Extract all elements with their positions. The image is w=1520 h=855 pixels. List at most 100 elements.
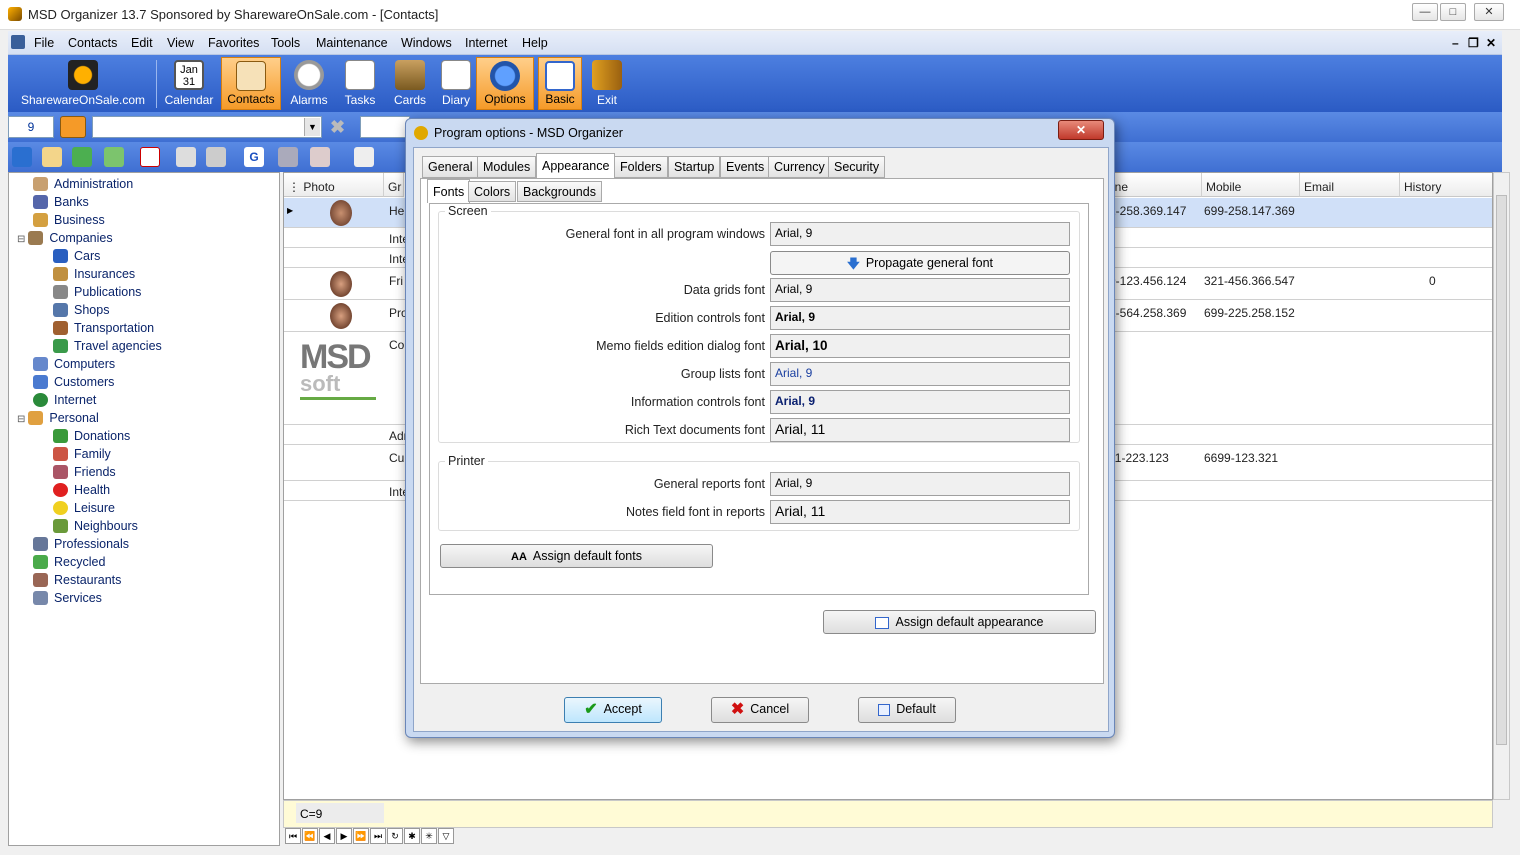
notes-font-field[interactable]: Arial, 11 (770, 500, 1070, 524)
info-font-field[interactable]: Arial, 9 (770, 390, 1070, 414)
tree-item-internet[interactable]: Internet (33, 393, 96, 411)
contacts-button[interactable]: Contacts (221, 57, 281, 110)
default-button[interactable]: Default (858, 697, 956, 723)
next-page-icon[interactable]: ⏩ (353, 828, 369, 844)
tree-item-restaurants[interactable]: Restaurants (33, 573, 121, 591)
tree-item-banks[interactable]: Banks (33, 195, 89, 213)
options-button[interactable]: Options (476, 57, 534, 110)
scroll-thumb[interactable] (1496, 195, 1507, 745)
tab-currency[interactable]: Currency (768, 156, 831, 178)
menu-maintenance[interactable]: Maintenance (316, 36, 388, 50)
menu-file[interactable]: File (34, 36, 54, 50)
add-icon[interactable] (72, 147, 92, 167)
menu-internet[interactable]: Internet (465, 36, 507, 50)
refresh-record-icon[interactable]: ↻ (387, 828, 403, 844)
accept-button[interactable]: ✔ Accept (564, 697, 662, 723)
next-record-icon[interactable]: ▶ (336, 828, 352, 844)
tree-item-companies[interactable]: ⊟ Companies (17, 231, 113, 249)
cancel-button[interactable]: ✖ Cancel (711, 697, 809, 723)
tree-item-transportation[interactable]: Transportation (53, 321, 154, 339)
tab-folders[interactable]: Folders (614, 156, 668, 178)
last-record-icon[interactable]: ⏭ (370, 828, 386, 844)
close-button[interactable]: ✕ (1474, 3, 1504, 21)
record-count-field[interactable]: 9 (8, 116, 54, 138)
subtab-backgrounds[interactable]: Backgrounds (517, 181, 602, 202)
reports-font-field[interactable]: Arial, 9 (770, 472, 1070, 496)
assign-default-fonts-button[interactable]: AA Assign default fonts (440, 544, 713, 568)
tree-item-leisure[interactable]: Leisure (53, 501, 115, 519)
group-font-field[interactable]: Arial, 9 (770, 362, 1070, 386)
prior-page-icon[interactable]: ⏪ (302, 828, 318, 844)
edit-note-icon[interactable] (42, 147, 62, 167)
chevron-down-icon[interactable]: ▼ (304, 118, 320, 136)
alarms-button[interactable]: Alarms (285, 57, 333, 110)
user-menu-icon[interactable] (310, 147, 330, 167)
add-folder-icon[interactable] (104, 147, 124, 167)
copy-menu-icon[interactable] (354, 147, 374, 167)
search-combo[interactable]: ▼ (92, 116, 322, 138)
print-icon[interactable] (176, 147, 196, 167)
column-header-email[interactable]: Email (1300, 173, 1400, 197)
column-header-history[interactable]: History (1400, 173, 1492, 197)
tree-item-professionals[interactable]: Professionals (33, 537, 129, 555)
tree-item-personal[interactable]: ⊟ Personal (17, 411, 99, 429)
delete-icon[interactable] (140, 147, 160, 167)
tree-item-insurances[interactable]: Insurances (53, 267, 135, 285)
menu-edit[interactable]: Edit (131, 36, 153, 50)
column-header-phone[interactable]: one (1104, 173, 1202, 197)
rich-font-field[interactable]: Arial, 11 (770, 418, 1070, 442)
subtab-fonts[interactable]: Fonts (427, 179, 471, 203)
menu-contacts[interactable]: Contacts (68, 36, 117, 50)
tree-item-administration[interactable]: Administration (33, 177, 133, 195)
sponsor-button[interactable]: SharewareOnSale.com (18, 57, 148, 110)
first-record-icon[interactable]: ⏮ (285, 828, 301, 844)
basic-button[interactable]: Basic (538, 57, 582, 110)
column-header-photo[interactable]: ⋮ Photo (284, 173, 384, 197)
tree-item-recycled[interactable]: Recycled (33, 555, 105, 573)
tree-item-publications[interactable]: Publications (53, 285, 141, 303)
tree-item-donations[interactable]: Donations (53, 429, 130, 447)
prior-record-icon[interactable]: ◀ (319, 828, 335, 844)
grid-vertical-scrollbar[interactable] (1493, 172, 1510, 800)
cancel-record-icon[interactable]: ✳ (421, 828, 437, 844)
tree-item-neighbours[interactable]: Neighbours (53, 519, 138, 537)
search-people-icon[interactable] (278, 147, 298, 167)
mdi-minimize-button[interactable]: – (1452, 36, 1459, 50)
tree-item-computers[interactable]: Computers (33, 357, 115, 375)
system-menu-icon[interactable] (11, 35, 25, 49)
tree-item-travel-agencies[interactable]: Travel agencies (53, 339, 162, 357)
calendar-button[interactable]: Jan 31 Calendar (160, 57, 218, 110)
tree-item-cars[interactable]: Cars (53, 249, 100, 267)
group-tree-icon[interactable] (60, 116, 86, 138)
exit-button[interactable]: Exit (586, 57, 628, 110)
column-header-mobile[interactable]: Mobile (1202, 173, 1300, 197)
tree-item-services[interactable]: Services (33, 591, 102, 609)
diary-button[interactable]: Diary (432, 57, 480, 110)
cards-button[interactable]: Cards (386, 57, 434, 110)
menu-help[interactable]: Help (522, 36, 548, 50)
assign-default-appearance-button[interactable]: Assign default appearance (823, 610, 1096, 634)
tree-item-business[interactable]: Business (33, 213, 105, 231)
edition-font-field[interactable]: Arial, 9 (770, 306, 1070, 330)
filter-icon[interactable]: ▽ (438, 828, 454, 844)
propagate-font-button[interactable]: 🡇 Propagate general font (770, 251, 1070, 275)
menu-view[interactable]: View (167, 36, 194, 50)
menu-favorites[interactable]: Favorites (208, 36, 259, 50)
refresh-icon[interactable]: G (244, 147, 264, 167)
tree-item-family[interactable]: Family (53, 447, 111, 465)
tree-item-health[interactable]: Health (53, 483, 110, 501)
tasks-button[interactable]: Tasks (336, 57, 384, 110)
collapse-icon[interactable]: ⊟ (17, 414, 25, 425)
mdi-restore-button[interactable]: ❐ (1468, 36, 1479, 50)
tree-item-customers[interactable]: Customers (33, 375, 114, 393)
general-font-field[interactable]: Arial, 9 (770, 222, 1070, 246)
insert-record-icon[interactable]: ✱ (404, 828, 420, 844)
menu-windows[interactable]: Windows (401, 36, 452, 50)
print-preview-icon[interactable] (206, 147, 226, 167)
quick-find-input[interactable] (360, 116, 410, 138)
tree-item-friends[interactable]: Friends (53, 465, 116, 483)
column-header-group[interactable]: Gr (384, 173, 404, 197)
subtab-colors[interactable]: Colors (468, 181, 517, 202)
tree-item-shops[interactable]: Shops (53, 303, 109, 321)
monitor-icon[interactable] (12, 147, 32, 167)
